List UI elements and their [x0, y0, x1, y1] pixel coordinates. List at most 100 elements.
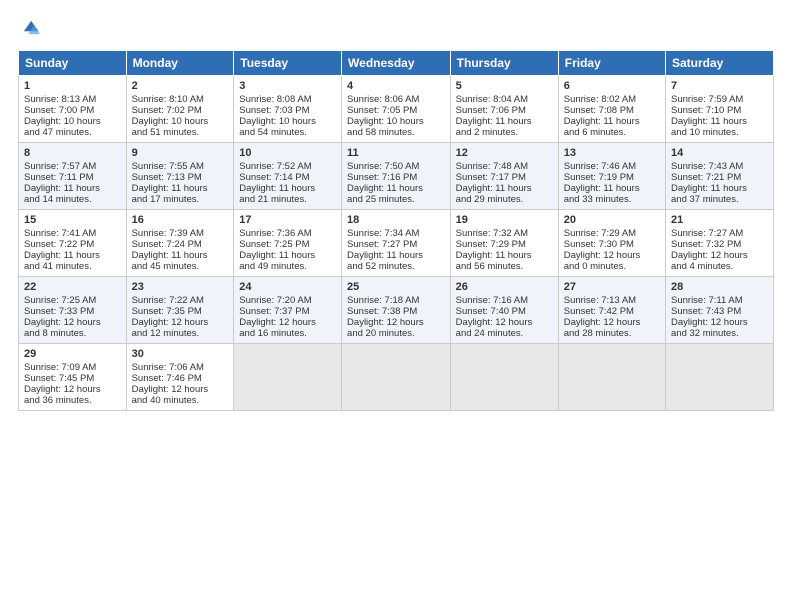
day-number: 27: [564, 281, 660, 293]
calendar-cell: 12 Sunrise: 7:48 AMSunset: 7:17 PMDaylig…: [450, 143, 558, 210]
logo: [18, 18, 44, 40]
day-number: 11: [347, 147, 445, 159]
day-number: 6: [564, 80, 660, 92]
day-number: 12: [456, 147, 553, 159]
calendar-week-5: 29 Sunrise: 7:09 AMSunset: 7:45 PMDaylig…: [19, 344, 774, 411]
sunrise: Sunrise: 8:04 AMSunset: 7:06 PMDaylight:…: [456, 94, 532, 138]
day-number: 18: [347, 214, 445, 226]
calendar-week-1: 1 Sunrise: 8:13 AMSunset: 7:00 PMDayligh…: [19, 76, 774, 143]
logo-icon: [18, 18, 40, 40]
sunrise: Sunrise: 7:36 AMSunset: 7:25 PMDaylight:…: [239, 228, 315, 272]
sunrise: Sunrise: 7:43 AMSunset: 7:21 PMDaylight:…: [671, 161, 747, 205]
day-number: 22: [24, 281, 121, 293]
sunrise: Sunrise: 7:52 AMSunset: 7:14 PMDaylight:…: [239, 161, 315, 205]
weekday-header-wednesday: Wednesday: [342, 51, 451, 76]
day-number: 15: [24, 214, 121, 226]
calendar-cell: 10 Sunrise: 7:52 AMSunset: 7:14 PMDaylig…: [234, 143, 342, 210]
calendar-cell: [234, 344, 342, 411]
sunrise: Sunrise: 8:02 AMSunset: 7:08 PMDaylight:…: [564, 94, 640, 138]
day-number: 23: [132, 281, 229, 293]
calendar-cell: 27 Sunrise: 7:13 AMSunset: 7:42 PMDaylig…: [558, 277, 665, 344]
day-number: 10: [239, 147, 336, 159]
calendar-cell: 20 Sunrise: 7:29 AMSunset: 7:30 PMDaylig…: [558, 210, 665, 277]
calendar: SundayMondayTuesdayWednesdayThursdayFrid…: [18, 50, 774, 411]
sunrise: Sunrise: 7:18 AMSunset: 7:38 PMDaylight:…: [347, 295, 424, 339]
day-number: 13: [564, 147, 660, 159]
day-number: 3: [239, 80, 336, 92]
day-number: 9: [132, 147, 229, 159]
calendar-cell: [450, 344, 558, 411]
day-number: 26: [456, 281, 553, 293]
day-number: 28: [671, 281, 768, 293]
calendar-cell: 22 Sunrise: 7:25 AMSunset: 7:33 PMDaylig…: [19, 277, 127, 344]
calendar-cell: 16 Sunrise: 7:39 AMSunset: 7:24 PMDaylig…: [126, 210, 234, 277]
day-number: 7: [671, 80, 768, 92]
calendar-cell: 26 Sunrise: 7:16 AMSunset: 7:40 PMDaylig…: [450, 277, 558, 344]
day-number: 19: [456, 214, 553, 226]
sunrise: Sunrise: 7:34 AMSunset: 7:27 PMDaylight:…: [347, 228, 423, 272]
calendar-cell: 23 Sunrise: 7:22 AMSunset: 7:35 PMDaylig…: [126, 277, 234, 344]
calendar-week-4: 22 Sunrise: 7:25 AMSunset: 7:33 PMDaylig…: [19, 277, 774, 344]
calendar-cell: 25 Sunrise: 7:18 AMSunset: 7:38 PMDaylig…: [342, 277, 451, 344]
day-number: 14: [671, 147, 768, 159]
calendar-cell: 13 Sunrise: 7:46 AMSunset: 7:19 PMDaylig…: [558, 143, 665, 210]
sunrise: Sunrise: 8:10 AMSunset: 7:02 PMDaylight:…: [132, 94, 209, 138]
header-row: SundayMondayTuesdayWednesdayThursdayFrid…: [19, 51, 774, 76]
sunrise: Sunrise: 7:29 AMSunset: 7:30 PMDaylight:…: [564, 228, 641, 272]
weekday-header-thursday: Thursday: [450, 51, 558, 76]
calendar-cell: 17 Sunrise: 7:36 AMSunset: 7:25 PMDaylig…: [234, 210, 342, 277]
day-number: 16: [132, 214, 229, 226]
sunrise: Sunrise: 7:13 AMSunset: 7:42 PMDaylight:…: [564, 295, 641, 339]
calendar-cell: 15 Sunrise: 7:41 AMSunset: 7:22 PMDaylig…: [19, 210, 127, 277]
sunrise: Sunrise: 8:13 AMSunset: 7:00 PMDaylight:…: [24, 94, 101, 138]
calendar-cell: 29 Sunrise: 7:09 AMSunset: 7:45 PMDaylig…: [19, 344, 127, 411]
sunrise: Sunrise: 7:48 AMSunset: 7:17 PMDaylight:…: [456, 161, 532, 205]
page: SundayMondayTuesdayWednesdayThursdayFrid…: [0, 0, 792, 612]
weekday-header-saturday: Saturday: [666, 51, 774, 76]
sunrise: Sunrise: 8:06 AMSunset: 7:05 PMDaylight:…: [347, 94, 424, 138]
sunrise: Sunrise: 8:08 AMSunset: 7:03 PMDaylight:…: [239, 94, 316, 138]
calendar-cell: 30 Sunrise: 7:06 AMSunset: 7:46 PMDaylig…: [126, 344, 234, 411]
sunrise: Sunrise: 7:57 AMSunset: 7:11 PMDaylight:…: [24, 161, 100, 205]
calendar-cell: [558, 344, 665, 411]
day-number: 17: [239, 214, 336, 226]
calendar-cell: 6 Sunrise: 8:02 AMSunset: 7:08 PMDayligh…: [558, 76, 665, 143]
calendar-cell: 5 Sunrise: 8:04 AMSunset: 7:06 PMDayligh…: [450, 76, 558, 143]
day-number: 30: [132, 348, 229, 360]
calendar-cell: 28 Sunrise: 7:11 AMSunset: 7:43 PMDaylig…: [666, 277, 774, 344]
calendar-cell: 4 Sunrise: 8:06 AMSunset: 7:05 PMDayligh…: [342, 76, 451, 143]
day-number: 25: [347, 281, 445, 293]
sunrise: Sunrise: 7:25 AMSunset: 7:33 PMDaylight:…: [24, 295, 101, 339]
sunrise: Sunrise: 7:55 AMSunset: 7:13 PMDaylight:…: [132, 161, 208, 205]
day-number: 20: [564, 214, 660, 226]
sunrise: Sunrise: 7:41 AMSunset: 7:22 PMDaylight:…: [24, 228, 100, 272]
sunrise: Sunrise: 7:16 AMSunset: 7:40 PMDaylight:…: [456, 295, 533, 339]
weekday-header-friday: Friday: [558, 51, 665, 76]
calendar-cell: 8 Sunrise: 7:57 AMSunset: 7:11 PMDayligh…: [19, 143, 127, 210]
sunrise: Sunrise: 7:09 AMSunset: 7:45 PMDaylight:…: [24, 362, 101, 406]
calendar-cell: 2 Sunrise: 8:10 AMSunset: 7:02 PMDayligh…: [126, 76, 234, 143]
calendar-cell: [666, 344, 774, 411]
calendar-cell: 9 Sunrise: 7:55 AMSunset: 7:13 PMDayligh…: [126, 143, 234, 210]
sunrise: Sunrise: 7:50 AMSunset: 7:16 PMDaylight:…: [347, 161, 423, 205]
sunrise: Sunrise: 7:27 AMSunset: 7:32 PMDaylight:…: [671, 228, 748, 272]
weekday-header-tuesday: Tuesday: [234, 51, 342, 76]
sunrise: Sunrise: 7:39 AMSunset: 7:24 PMDaylight:…: [132, 228, 208, 272]
weekday-header-monday: Monday: [126, 51, 234, 76]
calendar-cell: 24 Sunrise: 7:20 AMSunset: 7:37 PMDaylig…: [234, 277, 342, 344]
sunrise: Sunrise: 7:06 AMSunset: 7:46 PMDaylight:…: [132, 362, 209, 406]
day-number: 1: [24, 80, 121, 92]
calendar-cell: 3 Sunrise: 8:08 AMSunset: 7:03 PMDayligh…: [234, 76, 342, 143]
sunrise: Sunrise: 7:11 AMSunset: 7:43 PMDaylight:…: [671, 295, 748, 339]
day-number: 29: [24, 348, 121, 360]
calendar-week-3: 15 Sunrise: 7:41 AMSunset: 7:22 PMDaylig…: [19, 210, 774, 277]
calendar-cell: 14 Sunrise: 7:43 AMSunset: 7:21 PMDaylig…: [666, 143, 774, 210]
day-number: 2: [132, 80, 229, 92]
sunrise: Sunrise: 7:32 AMSunset: 7:29 PMDaylight:…: [456, 228, 532, 272]
sunrise: Sunrise: 7:20 AMSunset: 7:37 PMDaylight:…: [239, 295, 316, 339]
sunrise: Sunrise: 7:59 AMSunset: 7:10 PMDaylight:…: [671, 94, 747, 138]
calendar-week-2: 8 Sunrise: 7:57 AMSunset: 7:11 PMDayligh…: [19, 143, 774, 210]
day-number: 8: [24, 147, 121, 159]
day-number: 4: [347, 80, 445, 92]
calendar-cell: 1 Sunrise: 8:13 AMSunset: 7:00 PMDayligh…: [19, 76, 127, 143]
